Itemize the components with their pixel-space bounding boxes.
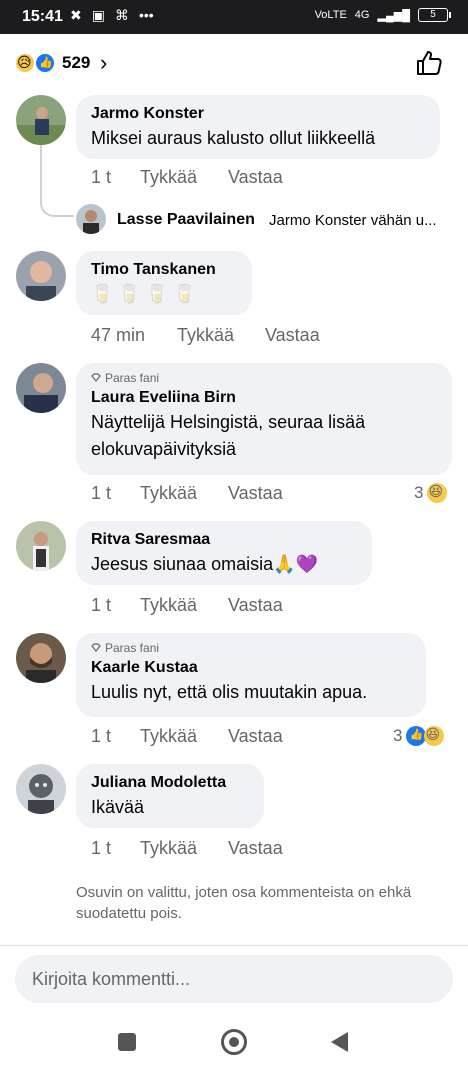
comment-bubble[interactable]: Jarmo Konster Miksei auraus kalusto ollu… — [76, 95, 440, 159]
avatar[interactable] — [16, 95, 66, 145]
avatar[interactable] — [16, 521, 66, 571]
comment-bubble[interactable]: Ritva Saresmaa Jeesus siunaa omaisia🙏💜 — [76, 521, 372, 585]
status-time: 15:41 — [22, 8, 63, 25]
reply-button[interactable]: Vastaa — [228, 483, 283, 504]
like-reaction-icon — [34, 52, 56, 74]
comment-time: 1 t — [91, 595, 112, 615]
comment-text: Luulis nyt, että olis muutakin apua. — [91, 682, 368, 702]
like-button[interactable]: Tykkää — [177, 325, 265, 346]
comment-bubble[interactable]: Juliana Modoletta Ikävää — [76, 764, 264, 828]
comment-composer[interactable] — [15, 955, 453, 1003]
avatar[interactable] — [16, 633, 66, 683]
reaction-count: 3 — [393, 726, 403, 745]
back-button[interactable] — [331, 1032, 348, 1052]
chevron-right-icon[interactable]: › — [100, 50, 107, 76]
comment-input[interactable] — [15, 955, 453, 1003]
app-icon: ▣ — [91, 7, 105, 23]
avatar[interactable] — [16, 764, 66, 814]
top-fan-badge: Paras fani — [91, 641, 412, 655]
more-icon: ••• — [138, 7, 154, 23]
comment-reactions[interactable]: 3 — [393, 726, 445, 746]
reactions-header[interactable]: 529 › — [0, 44, 468, 84]
filter-notice: Osuvin on valittu, joten osa kommenteist… — [76, 884, 412, 922]
like-button[interactable]: Tykkää — [140, 483, 228, 504]
like-button[interactable]: Tykkää — [140, 167, 228, 188]
avatar[interactable] — [16, 251, 66, 301]
reply-button[interactable]: Vastaa — [228, 595, 283, 616]
comment-actions: 1 t Tykkää Vastaa — [91, 167, 283, 188]
comment-actions: 1 t Tykkää Vastaa — [91, 483, 283, 504]
reply-button[interactable]: Vastaa — [228, 167, 283, 188]
home-button[interactable] — [221, 1029, 247, 1055]
diamond-icon — [91, 643, 101, 652]
battery-icon: 5 — [418, 8, 451, 22]
comment-text: 🥛 🥛 🥛 🥛 — [91, 284, 196, 304]
like-button[interactable]: Tykkää — [140, 595, 228, 616]
status-bar: 15:41 ✖ ▣ ⌘ ••• VoLTE 4G ▂▄▆█ 5 — [0, 0, 468, 34]
reply-button[interactable]: Vastaa — [265, 325, 320, 346]
top-fan-badge: Paras fani — [91, 371, 438, 385]
comment-author[interactable]: Juliana Modoletta — [91, 772, 250, 794]
comment-actions: 1 t Tykkää Vastaa — [91, 726, 283, 747]
volte-icon: VoLTE — [314, 9, 347, 21]
haha-reaction-icon — [427, 483, 448, 503]
comment-author[interactable]: Laura Eveliina Birn — [91, 387, 438, 409]
comment-reactions[interactable]: 3 — [414, 483, 448, 503]
reaction-count: 529 — [62, 53, 91, 72]
diamond-icon — [91, 373, 101, 382]
comment-text: Ikävää — [91, 797, 145, 817]
comment-author[interactable]: Ritva Saresmaa — [91, 529, 358, 551]
reply-button[interactable]: Vastaa — [228, 838, 283, 859]
top-fan-label: Paras fani — [105, 371, 160, 385]
comment-actions: 47 min Tykkää Vastaa — [91, 325, 320, 346]
system-nav-bar — [0, 1012, 468, 1072]
top-fan-label: Paras fani — [105, 641, 160, 655]
reply-preview[interactable]: Lasse Paavilainen Jarmo Konster vähän u.… — [76, 204, 461, 236]
comment-time: 1 t — [91, 483, 112, 503]
reply-author[interactable]: Lasse Paavilainen — [117, 211, 255, 229]
comment-text: Jeesus siunaa omaisia🙏💜 — [91, 554, 318, 574]
divider — [0, 945, 468, 946]
comment-time: 1 t — [91, 838, 112, 858]
bluetooth-icon: ⌘ — [114, 7, 129, 23]
sad-reaction-icon — [14, 52, 36, 74]
status-icons: ✖ ▣ ⌘ ••• — [70, 7, 154, 24]
comment-time: 1 t — [91, 726, 112, 746]
reaction-count: 3 — [414, 483, 424, 502]
comment-bubble[interactable]: Timo Tanskanen 🥛 🥛 🥛 🥛 — [76, 251, 252, 315]
comment-author[interactable]: Kaarle Kustaa — [91, 657, 412, 679]
thread-connector — [40, 145, 74, 217]
like-button[interactable]: Tykkää — [140, 726, 228, 747]
network-label: 4G — [354, 9, 370, 21]
reply-text: Jarmo Konster vähän u... — [269, 212, 437, 229]
notification-icon: ✖ — [70, 7, 82, 23]
comment-actions: 1 t Tykkää Vastaa — [91, 838, 283, 859]
comment-time: 1 t — [91, 167, 112, 187]
status-right: VoLTE 4G ▂▄▆█ 5 — [314, 8, 451, 22]
recents-button[interactable] — [118, 1033, 136, 1051]
like-outline-icon[interactable] — [414, 48, 444, 78]
avatar[interactable] — [16, 363, 66, 413]
comment-actions: 1 t Tykkää Vastaa — [91, 595, 283, 616]
comment-text: Miksei auraus kalusto ollut liikkeellä — [91, 128, 376, 148]
comment-author[interactable]: Jarmo Konster — [91, 103, 426, 125]
comment-bubble[interactable]: Paras fani Kaarle Kustaa Luulis nyt, ett… — [76, 633, 426, 717]
like-reaction-icon — [406, 726, 427, 746]
comment-author[interactable]: Timo Tanskanen — [91, 259, 238, 281]
like-button[interactable]: Tykkää — [140, 838, 228, 859]
haha-reaction-icon — [424, 726, 445, 746]
reply-button[interactable]: Vastaa — [228, 726, 283, 747]
comment-text: Näyttelijä Helsingistä, seuraa lisää elo… — [91, 412, 366, 459]
comment-time: 47 min — [91, 325, 146, 345]
signal-icon: ▂▄▆█ — [377, 9, 410, 22]
avatar[interactable] — [76, 204, 106, 234]
comment-bubble[interactable]: Paras fani Laura Eveliina Birn Näyttelij… — [76, 363, 452, 475]
